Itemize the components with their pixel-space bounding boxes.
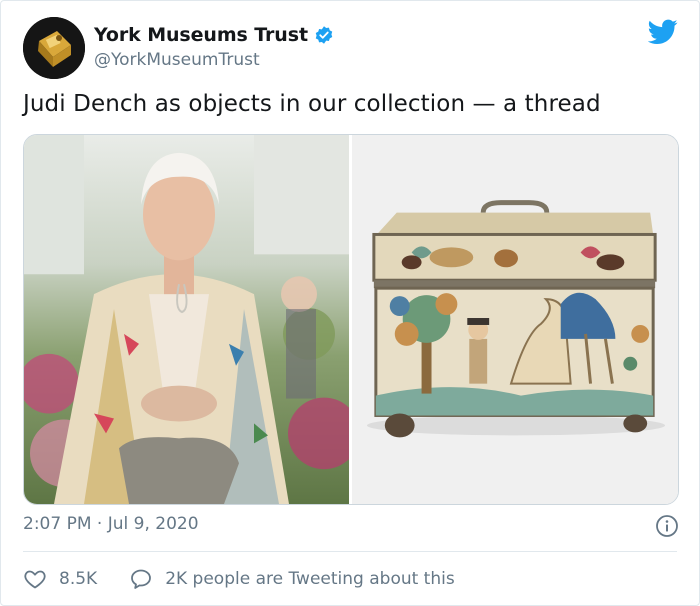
like-count: 8.5K	[59, 569, 98, 589]
lantern-object-avatar-icon	[23, 17, 85, 79]
heart-icon	[24, 570, 46, 589]
photo-woman-embroidered-jacket-icon	[24, 135, 349, 504]
divider	[23, 551, 677, 552]
info-icon[interactable]	[655, 514, 679, 538]
tweet-card: York Museums Trust @YorkMuseumTrust Judi…	[0, 0, 700, 606]
media-photo-right[interactable]	[352, 135, 678, 504]
conversation-link[interactable]: 2K people are Tweeting about this	[129, 567, 455, 591]
photo-embroidered-casket-icon	[352, 135, 678, 504]
tweet-text: Judi Dench as objects in our collection …	[23, 91, 601, 117]
media-photo-left[interactable]	[24, 135, 349, 504]
author-handle[interactable]: @YorkMuseumTrust	[94, 50, 334, 70]
author-avatar[interactable]	[23, 17, 85, 79]
speech-bubble-icon	[131, 569, 152, 589]
author-info: York Museums Trust @YorkMuseumTrust	[94, 22, 334, 70]
tweet-actions: 8.5K 2K people are Tweeting about this	[23, 567, 455, 591]
verified-badge-icon	[315, 26, 333, 44]
conversation-text: 2K people are Tweeting about this	[165, 569, 455, 589]
tweet-media	[23, 134, 679, 505]
twitter-bird-icon[interactable]	[648, 19, 678, 45]
tweet-timestamp[interactable]: 2:07 PM · Jul 9, 2020	[23, 514, 199, 534]
like-button[interactable]: 8.5K	[23, 567, 97, 591]
author-display-name[interactable]: York Museums Trust	[94, 24, 308, 46]
